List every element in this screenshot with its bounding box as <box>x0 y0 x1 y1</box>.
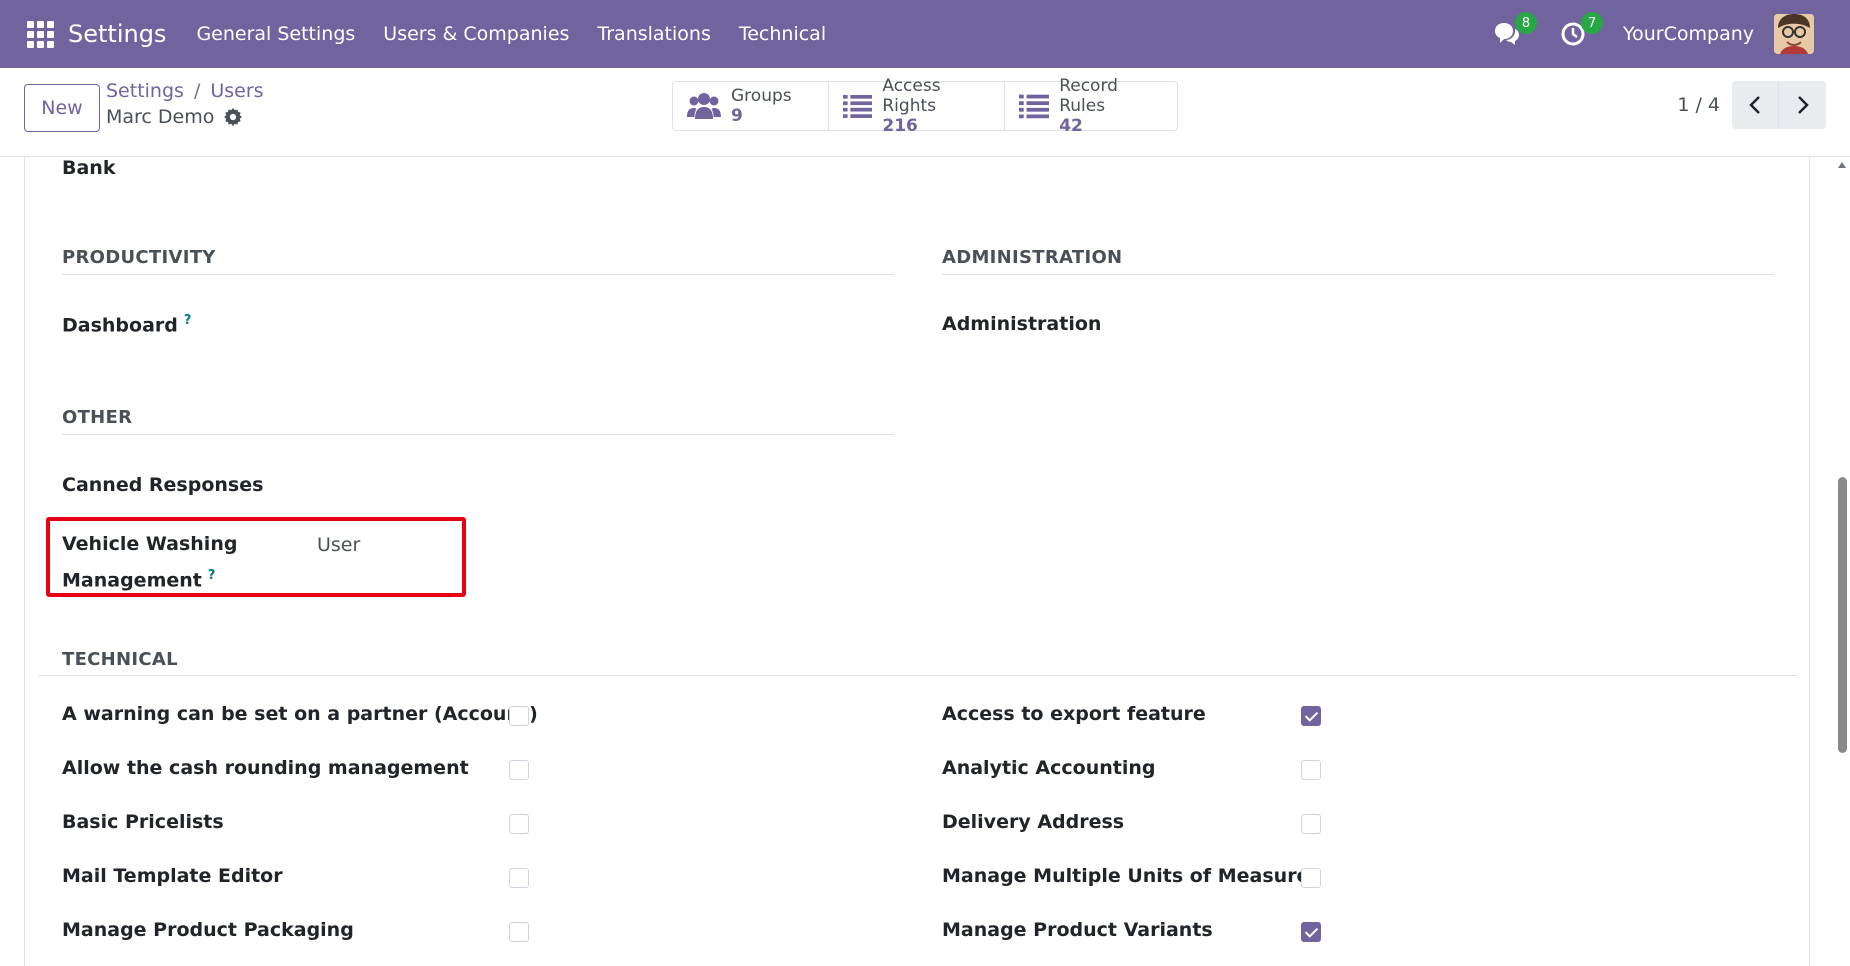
dashboard-label-text: Dashboard <box>62 314 178 337</box>
breadcrumb-separator: / <box>193 80 201 102</box>
record-rules-smart-button[interactable]: Record Rules 42 <box>1005 76 1177 136</box>
technical-right-label-4: Manage Product Variants <box>942 919 1213 941</box>
bank-label: Bank <box>62 157 116 179</box>
technical-section-title: TECHNICAL <box>62 649 178 670</box>
form-sheet: Bank PRODUCTIVITY Dashboard? ADMINISTRAT… <box>24 157 1810 966</box>
messages-button[interactable]: 8 <box>1491 12 1538 50</box>
menu-translations[interactable]: Translations <box>583 23 724 45</box>
chevron-left-icon <box>1749 96 1760 114</box>
menu-general-settings[interactable]: General Settings <box>182 23 369 45</box>
pager-value[interactable]: 1 / 4 <box>1677 94 1720 116</box>
cash-rounding-checkbox[interactable] <box>509 760 529 780</box>
warning-partner-checkbox[interactable] <box>509 706 529 726</box>
vehicle-washing-label-line2: Management <box>62 569 202 592</box>
app-brand[interactable]: Settings <box>68 20 166 48</box>
productivity-section-title: PRODUCTIVITY <box>62 247 216 268</box>
control-panel: New Settings / Users Marc Demo Groups 9 <box>0 68 1850 157</box>
technical-left-label-3: Mail Template Editor <box>62 865 283 887</box>
technical-right-label-3: Manage Multiple Units of Measure <box>942 865 1310 887</box>
product-packaging-checkbox[interactable] <box>509 922 529 942</box>
user-avatar[interactable] <box>1774 14 1814 54</box>
menu-users-companies[interactable]: Users & Companies <box>369 23 583 45</box>
dashboard-label: Dashboard? <box>62 313 191 336</box>
list-icon <box>843 94 873 118</box>
vehicle-washing-help-icon[interactable]: ? <box>208 568 216 583</box>
list-icon <box>1019 94 1050 119</box>
top-navbar: Settings General Settings Users & Compan… <box>0 0 1850 68</box>
technical-right-label-2: Delivery Address <box>942 811 1125 833</box>
technical-divider <box>39 675 1797 676</box>
apps-menu-icon[interactable] <box>26 20 54 48</box>
groups-smart-button[interactable]: Groups 9 <box>673 82 829 130</box>
delivery-address-checkbox[interactable] <box>1301 814 1321 834</box>
record-title: Marc Demo <box>106 106 243 128</box>
basic-pricelists-checkbox[interactable] <box>509 814 529 834</box>
productivity-divider <box>62 274 894 275</box>
gear-icon[interactable] <box>224 108 243 126</box>
technical-left-label-0: A warning can be set on a partner (Accou… <box>62 703 538 725</box>
record-rules-count: 42 <box>1059 116 1083 136</box>
groups-count: 9 <box>731 106 743 126</box>
vehicle-washing-label: Vehicle Washing Management? <box>62 529 237 596</box>
record-name: Marc Demo <box>106 106 215 128</box>
smart-buttons: Groups 9 Access Rights 216 Record Rules … <box>672 76 1178 136</box>
company-switcher[interactable]: YourCompany <box>1623 23 1754 45</box>
administration-section-title: ADMINISTRATION <box>942 247 1123 268</box>
menu-technical[interactable]: Technical <box>725 23 840 45</box>
scroll-up-arrow-icon[interactable] <box>1838 162 1846 168</box>
technical-left-label-2: Basic Pricelists <box>62 811 224 833</box>
new-button[interactable]: New <box>24 84 100 132</box>
analytic-accounting-checkbox[interactable] <box>1301 760 1321 780</box>
breadcrumb-settings[interactable]: Settings <box>106 80 184 102</box>
breadcrumb-users[interactable]: Users <box>210 80 263 102</box>
access-rights-count: 216 <box>882 116 918 136</box>
pager: 1 / 4 <box>1677 81 1826 129</box>
activities-badge: 7 <box>1581 12 1604 34</box>
dashboard-help-icon[interactable]: ? <box>184 313 192 328</box>
messages-badge: 8 <box>1515 12 1538 34</box>
technical-right-label-0: Access to export feature <box>942 703 1206 725</box>
export-feature-checkbox[interactable] <box>1301 706 1321 726</box>
administration-divider <box>942 274 1774 275</box>
users-icon <box>687 93 721 119</box>
chevron-right-icon <box>1797 96 1809 114</box>
breadcrumb: Settings / Users <box>106 80 264 102</box>
technical-left-label-1: Allow the cash rounding management <box>62 757 469 779</box>
vehicle-washing-select[interactable]: User <box>317 534 360 556</box>
multiple-uom-checkbox[interactable] <box>1301 868 1321 888</box>
form-view: Bank PRODUCTIVITY Dashboard? ADMINISTRAT… <box>0 157 1850 966</box>
administration-label: Administration <box>942 313 1102 335</box>
canned-responses-label: Canned Responses <box>62 474 264 496</box>
product-variants-checkbox[interactable] <box>1301 922 1321 942</box>
record-rules-label: Record Rules <box>1059 76 1118 116</box>
pager-next-button[interactable] <box>1779 81 1826 129</box>
other-divider <box>62 434 894 435</box>
activities-button[interactable]: 7 <box>1557 12 1604 50</box>
groups-label: Groups <box>731 86 792 106</box>
access-rights-label: Access Rights <box>882 76 941 116</box>
scrollbar-thumb[interactable] <box>1838 477 1847 753</box>
other-section-title: OTHER <box>62 407 133 428</box>
technical-right-label-1: Analytic Accounting <box>942 757 1156 779</box>
access-rights-smart-button[interactable]: Access Rights 216 <box>829 76 1005 136</box>
pager-previous-button[interactable] <box>1732 81 1779 129</box>
vehicle-washing-label-line1: Vehicle Washing <box>62 533 238 555</box>
technical-left-label-4: Manage Product Packaging <box>62 919 354 941</box>
mail-template-editor-checkbox[interactable] <box>509 868 529 888</box>
